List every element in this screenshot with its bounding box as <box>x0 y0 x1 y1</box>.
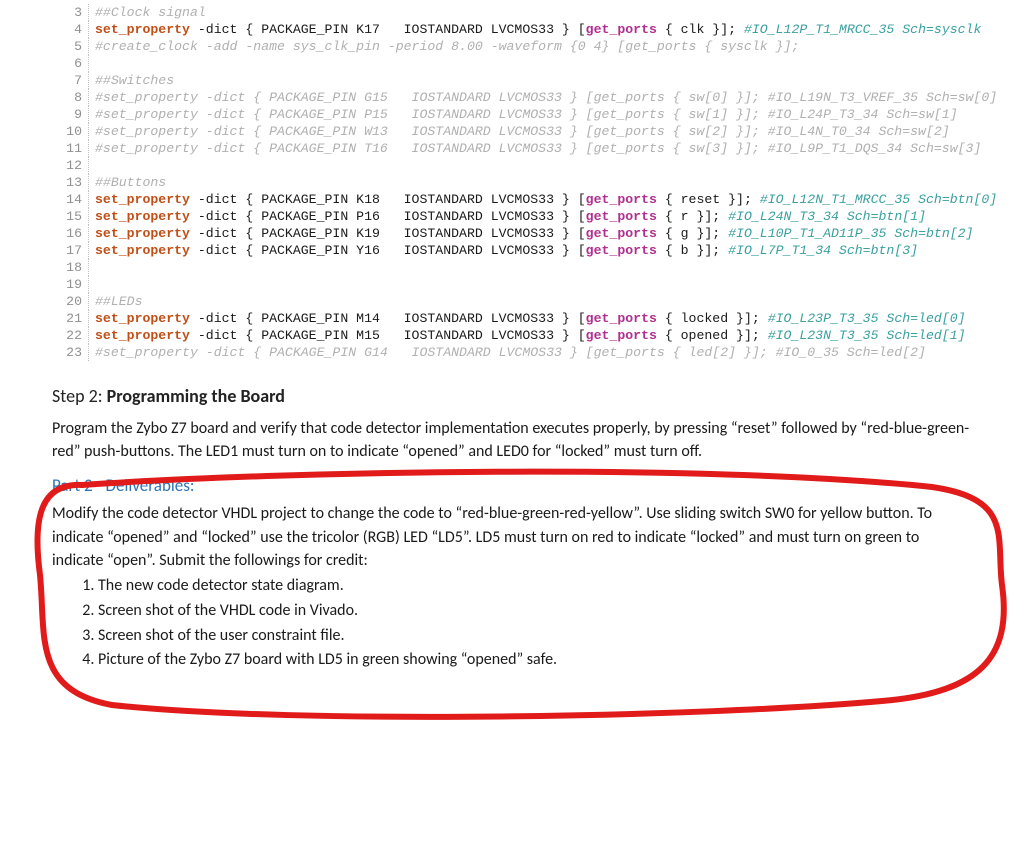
line-number: 23 <box>52 344 89 361</box>
code-line: 9 #set_property -dict { PACKAGE_PIN P15 I… <box>52 106 972 123</box>
part2-heading: Part 2 - Deliverables: <box>52 475 972 496</box>
line-number: 20 <box>52 293 89 310</box>
code-line: 22 set_property -dict { PACKAGE_PIN M15 I… <box>52 327 972 344</box>
line-number: 8 <box>52 89 89 106</box>
code-line: 5 #create_clock -add -name sys_clk_pin -p… <box>52 38 972 55</box>
code-text: set_property -dict { PACKAGE_PIN K19 IOS… <box>95 225 973 242</box>
line-number: 22 <box>52 327 89 344</box>
code-text <box>95 55 103 72</box>
line-number: 16 <box>52 225 89 242</box>
line-number: 10 <box>52 123 89 140</box>
line-number: 12 <box>52 157 89 174</box>
list-item: Screen shot of the user constraint file. <box>98 624 972 649</box>
code-line: 13 ##Buttons <box>52 174 972 191</box>
line-number: 9 <box>52 106 89 123</box>
code-text: set_property -dict { PACKAGE_PIN M15 IOS… <box>95 327 966 344</box>
line-number: 6 <box>52 55 89 72</box>
line-number: 21 <box>52 310 89 327</box>
line-number: 11 <box>52 140 89 157</box>
code-line: 17 set_property -dict { PACKAGE_PIN Y16 I… <box>52 242 972 259</box>
line-number: 19 <box>52 276 89 293</box>
code-text: set_property -dict { PACKAGE_PIN P16 IOS… <box>95 208 926 225</box>
step2-heading: Step 2: Programming the Board <box>52 385 972 407</box>
code-text: set_property -dict { PACKAGE_PIN Y16 IOS… <box>95 242 918 259</box>
code-line: 6 <box>52 55 972 72</box>
code-line: 14set_property -dict { PACKAGE_PIN K18 I… <box>52 191 972 208</box>
code-text: set_property -dict { PACKAGE_PIN K17 IOS… <box>95 21 981 38</box>
code-line: 3 ##Clock signal <box>52 4 972 21</box>
step2-body: Program the Zybo Z7 board and verify tha… <box>52 417 972 463</box>
line-number: 17 <box>52 242 89 259</box>
code-line: 10 #set_property -dict { PACKAGE_PIN W13 … <box>52 123 972 140</box>
code-text <box>95 276 103 293</box>
list-item: Screen shot of the VHDL code in Vivado. <box>98 599 972 624</box>
code-text <box>95 259 103 276</box>
code-line: 16 set_property -dict { PACKAGE_PIN K19 I… <box>52 225 972 242</box>
step2-label: Step 2: <box>52 385 107 407</box>
code-text: set_property -dict { PACKAGE_PIN K18 IOS… <box>95 191 997 208</box>
deliverables-list: The new code detector state diagram.Scre… <box>98 574 972 673</box>
code-line: 19 <box>52 276 972 293</box>
code-text: #set_property -dict { PACKAGE_PIN G15 IO… <box>95 89 997 106</box>
code-line: 23 #set_property -dict { PACKAGE_PIN G14 … <box>52 344 972 361</box>
code-line: 21 set_property -dict { PACKAGE_PIN M14 I… <box>52 310 972 327</box>
step2-title: Programming the Board <box>107 385 285 407</box>
code-text: set_property -dict { PACKAGE_PIN M14 IOS… <box>95 310 966 327</box>
line-number: 7 <box>52 72 89 89</box>
code-text: ##LEDs <box>95 293 142 310</box>
code-line: 7 ##Switches <box>52 72 972 89</box>
line-number: 18 <box>52 259 89 276</box>
code-text: ##Clock signal <box>95 4 206 21</box>
code-line: 8#set_property -dict { PACKAGE_PIN G15 I… <box>52 89 972 106</box>
list-item: The new code detector state diagram. <box>98 574 972 599</box>
part2-body: Modify the code detector VHDL project to… <box>52 502 972 572</box>
line-number: 4 <box>52 21 89 38</box>
line-number: 5 <box>52 38 89 55</box>
line-number: 15 <box>52 208 89 225</box>
code-text: ##Buttons <box>95 174 166 191</box>
code-line: 18 <box>52 259 972 276</box>
code-text: #create_clock -add -name sys_clk_pin -pe… <box>95 38 799 55</box>
list-item: Picture of the Zybo Z7 board with LD5 in… <box>98 648 972 673</box>
code-line: 12 <box>52 157 972 174</box>
line-number: 13 <box>52 174 89 191</box>
code-text: #set_property -dict { PACKAGE_PIN G14 IO… <box>95 344 926 361</box>
constraints-code-block: 3##Clock signal4set_property -dict { PAC… <box>52 0 972 367</box>
code-text: #set_property -dict { PACKAGE_PIN P15 IO… <box>95 106 958 123</box>
code-text: ##Switches <box>95 72 174 89</box>
line-number: 3 <box>52 4 89 21</box>
code-text: #set_property -dict { PACKAGE_PIN T16 IO… <box>95 140 981 157</box>
deliverables-section: Part 2 - Deliverables: Modify the code d… <box>52 475 972 673</box>
code-line: 11#set_property -dict { PACKAGE_PIN T16 … <box>52 140 972 157</box>
code-text: #set_property -dict { PACKAGE_PIN W13 IO… <box>95 123 950 140</box>
line-number: 14 <box>52 191 89 208</box>
code-line: 20 ##LEDs <box>52 293 972 310</box>
code-line: 4set_property -dict { PACKAGE_PIN K17 IO… <box>52 21 972 38</box>
code-text <box>95 157 103 174</box>
code-line: 15 set_property -dict { PACKAGE_PIN P16 I… <box>52 208 972 225</box>
